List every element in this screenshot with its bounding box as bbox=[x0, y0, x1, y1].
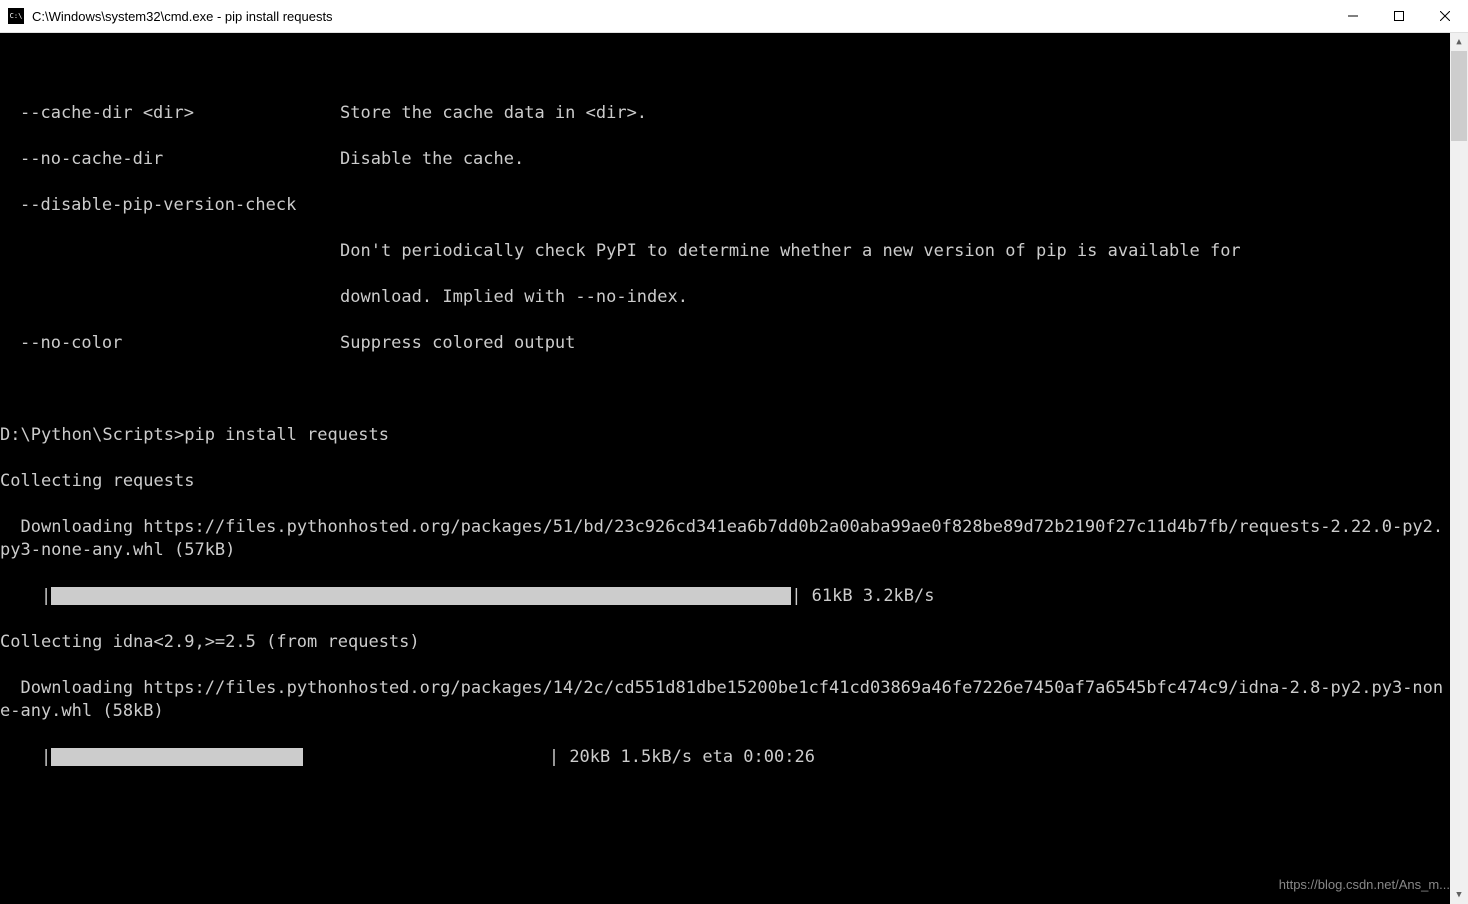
output-line: Collecting requests bbox=[0, 470, 1450, 493]
watermark: https://blog.csdn.net/Ans_m... bbox=[1279, 873, 1450, 896]
terminal-area[interactable]: --cache-dir <dir>Store the cache data in… bbox=[0, 33, 1468, 904]
output-line: Downloading https://files.pythonhosted.o… bbox=[0, 677, 1450, 723]
opt-flag: --no-cache-dir bbox=[0, 148, 340, 171]
minimize-button[interactable] bbox=[1330, 0, 1376, 32]
scrollbar-thumb[interactable] bbox=[1451, 51, 1467, 141]
prompt: D:\Python\Scripts> bbox=[0, 425, 184, 445]
opt-desc: Store the cache data in <dir>. bbox=[340, 102, 1450, 125]
terminal-content: --cache-dir <dir>Store the cache data in… bbox=[0, 79, 1450, 815]
opt-desc: download. Implied with --no-index. bbox=[340, 287, 688, 307]
progress-line-2: | | 20kB 1.5kB/s eta 0:00:26 bbox=[0, 746, 1450, 769]
opt-desc: Don't periodically check PyPI to determi… bbox=[340, 241, 1241, 261]
scrollbar-down-arrow[interactable]: ▼ bbox=[1450, 886, 1468, 904]
opt-flag: --no-color bbox=[0, 332, 340, 355]
command: pip install requests bbox=[184, 425, 389, 445]
opt-desc: Suppress colored output bbox=[340, 332, 1450, 355]
opt-desc: Disable the cache. bbox=[340, 148, 1450, 171]
close-button[interactable] bbox=[1422, 0, 1468, 32]
opt-desc bbox=[340, 194, 1450, 217]
scrollbar-up-arrow[interactable]: ▲ bbox=[1450, 33, 1468, 51]
opt-flag: --disable-pip-version-check bbox=[0, 194, 340, 217]
cmd-icon bbox=[8, 8, 24, 24]
scrollbar[interactable]: ▲ ▼ bbox=[1450, 33, 1468, 904]
maximize-button[interactable] bbox=[1376, 0, 1422, 32]
window-controls bbox=[1330, 0, 1468, 32]
progress-bar-filled bbox=[51, 587, 791, 605]
window-title: C:\Windows\system32\cmd.exe - pip instal… bbox=[32, 9, 1330, 24]
progress-bar-filled bbox=[51, 748, 303, 766]
output-line: Downloading https://files.pythonhosted.o… bbox=[0, 516, 1450, 562]
opt-flag: --cache-dir <dir> bbox=[0, 102, 340, 125]
window-titlebar: C:\Windows\system32\cmd.exe - pip instal… bbox=[0, 0, 1468, 33]
output-line: Collecting idna<2.9,>=2.5 (from requests… bbox=[0, 631, 1450, 654]
progress-line-1: || 61kB 3.2kB/s bbox=[0, 585, 1450, 608]
